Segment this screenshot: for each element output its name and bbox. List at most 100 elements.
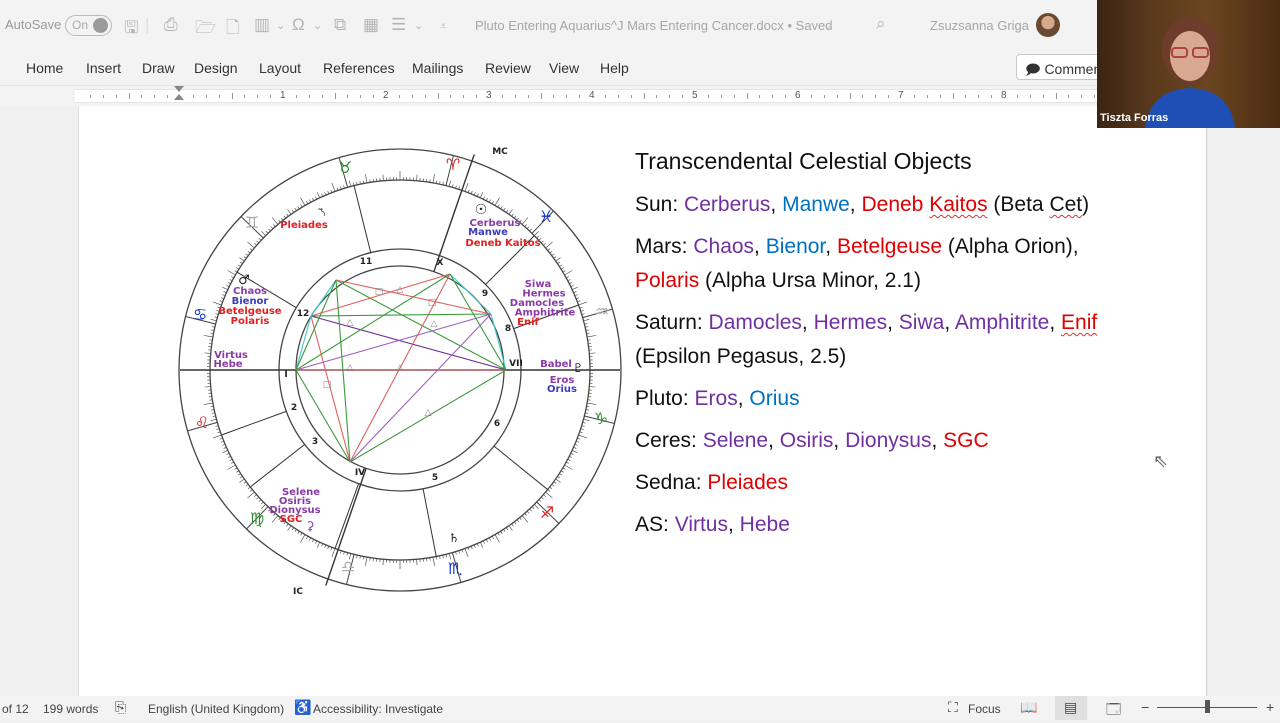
ruler-tick: [953, 93, 954, 99]
degree-tick: [248, 492, 255, 498]
degree-tick: [261, 231, 265, 235]
ruler-tick: [631, 95, 632, 98]
video-call-tile[interactable]: Tiszta Forras: [1097, 0, 1280, 128]
avatar[interactable]: [1036, 13, 1060, 37]
line-spacing-icon[interactable]: ☰: [391, 15, 406, 35]
chevron-down-icon[interactable]: ⌄: [414, 19, 423, 32]
indent-marker[interactable]: [174, 86, 184, 106]
section-heading: Transcendental Celestial Objects: [635, 144, 1115, 178]
house-cusp: [423, 489, 436, 557]
house-number: 3: [312, 437, 318, 447]
degree-tick: [230, 279, 233, 280]
zoom-in-button[interactable]: +: [1266, 699, 1274, 715]
degree-tick: [462, 550, 463, 553]
horizontal-ruler[interactable]: 12345678: [0, 86, 1100, 106]
degree-tick: [483, 197, 484, 200]
open-folder-icon[interactable]: 🗁: [195, 15, 216, 44]
focus-icon[interactable]: ⛶: [948, 699, 958, 716]
search-icon[interactable]: ⌕: [876, 14, 886, 34]
ruler-tick: [103, 95, 104, 98]
customize-icon[interactable]: ⩡: [440, 19, 447, 34]
chevron-down-icon[interactable]: ⌄: [313, 19, 322, 32]
aspect-marker: □: [428, 298, 437, 308]
ruler-tick: [1030, 95, 1031, 98]
participant-name: Tiszta Forras: [1100, 112, 1168, 124]
focus-button[interactable]: Focus: [968, 702, 1001, 716]
degree-tick: [309, 200, 310, 203]
degree-tick: [506, 210, 508, 212]
title-chevron-icon[interactable]: ⌄: [823, 19, 832, 32]
ruler-number: 2: [383, 90, 389, 101]
zoom-slider-thumb[interactable]: [1205, 700, 1210, 713]
ribbon: Home Insert Draw Design Layout Reference…: [0, 50, 1280, 86]
user-name[interactable]: Zsuzsanna Griga: [930, 18, 1029, 33]
degree-tick: [556, 479, 561, 482]
ruler-tick: [476, 95, 477, 98]
degree-tick: [501, 531, 503, 534]
label-orius: Orius: [547, 384, 577, 395]
object-cerberus: Cerberus: [684, 193, 770, 216]
symbol-omega-icon[interactable]: Ω: [292, 15, 305, 35]
web-layout-icon[interactable]: 🗔: [1106, 699, 1121, 723]
document-text[interactable]: Transcendental Celestial Objects Sun: Ce…: [635, 140, 1115, 550]
save-icon[interactable]: 🖫: [124, 15, 138, 44]
tab-view[interactable]: View: [549, 60, 579, 76]
degree-tick: [317, 542, 320, 547]
read-mode-icon[interactable]: 📖: [1020, 699, 1037, 716]
print-layout-button[interactable]: ▤: [1055, 696, 1087, 720]
object-manwe: Manwe: [782, 193, 850, 216]
degree-tick: [246, 254, 248, 256]
degree-tick: [244, 482, 246, 484]
ruler-track[interactable]: 12345678: [75, 89, 1100, 103]
zoom-out-button[interactable]: −: [1141, 699, 1149, 715]
degree-tick: [584, 419, 590, 421]
degree-tick: [581, 310, 584, 311]
degree-tick: [506, 528, 508, 530]
tab-review[interactable]: Review: [485, 60, 531, 76]
document-title[interactable]: Pluto Entering Aquarius^J Mars Entering …: [475, 18, 833, 33]
ruler-tick: [656, 95, 657, 98]
tab-references[interactable]: References: [323, 60, 395, 76]
ruler-tick: [399, 95, 400, 98]
ruler-tick: [257, 95, 258, 98]
draw-table-icon[interactable]: ▦: [363, 15, 379, 35]
ruler-tick: [347, 95, 348, 98]
label-manwe: Manwe: [468, 227, 508, 238]
accessibility-icon[interactable]: ♿: [294, 699, 311, 716]
tab-mailings[interactable]: Mailings: [412, 60, 463, 76]
language[interactable]: English (United Kingdom): [148, 702, 284, 716]
degree-tick: [489, 200, 490, 203]
tab-home[interactable]: Home: [26, 60, 63, 76]
tab-insert[interactable]: Insert: [86, 60, 121, 76]
degree-tick: [517, 520, 519, 522]
ruler-tick: [862, 95, 863, 98]
word-count[interactable]: 199 words: [43, 702, 98, 716]
degree-tick: [492, 536, 493, 539]
degree-tick: [571, 285, 574, 286]
tab-design[interactable]: Design: [194, 60, 238, 76]
ruler-tick: [1094, 95, 1095, 98]
ruler-tick: [515, 95, 516, 98]
autosave-toggle[interactable]: On: [65, 15, 112, 36]
object-deneb: Deneb: [861, 193, 923, 216]
page-count[interactable]: of 12: [2, 702, 29, 716]
ruler-tick: [1081, 95, 1082, 98]
degree-tick: [287, 214, 289, 216]
degree-tick: [503, 208, 505, 211]
chevron-down-icon[interactable]: ⌄: [276, 19, 285, 32]
degree-tick: [587, 335, 596, 337]
tab-help[interactable]: Help: [600, 60, 629, 76]
degree-tick: [301, 535, 306, 543]
tab-draw[interactable]: Draw: [142, 60, 175, 76]
degree-tick: [309, 538, 310, 541]
translate-icon[interactable]: ⧉: [334, 15, 346, 35]
new-document-icon[interactable]: 🗋: [226, 15, 240, 44]
columns-icon[interactable]: ▥: [254, 15, 270, 35]
degree-tick: [273, 224, 275, 226]
accessibility-status[interactable]: Accessibility: Investigate: [313, 702, 443, 716]
degree-tick: [569, 282, 572, 283]
proofing-icon[interactable]: ⎘: [115, 699, 126, 716]
print-preview-icon[interactable]: ⎙: [164, 15, 178, 35]
tab-layout[interactable]: Layout: [259, 60, 301, 76]
degree-tick: [301, 198, 306, 206]
